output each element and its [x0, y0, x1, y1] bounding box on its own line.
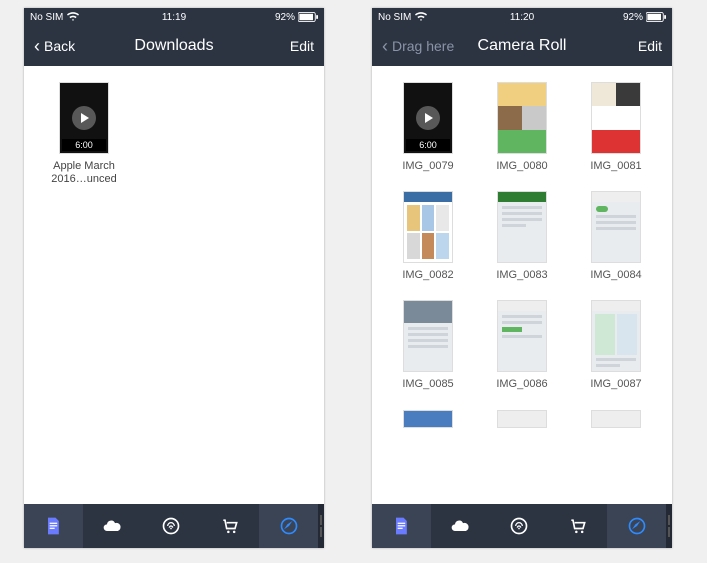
tab-wifi-share[interactable]: [142, 504, 201, 548]
image-thumbnail: [497, 82, 547, 154]
tab-bar: [372, 504, 672, 548]
tab-documents[interactable]: [24, 504, 83, 548]
nav-bar: ‹ Drag here Camera Roll Edit: [372, 26, 672, 66]
chevron-left-icon: ‹: [34, 37, 40, 55]
wifi-icon: [67, 12, 79, 22]
file-item[interactable]: IMG_0086: [478, 300, 566, 391]
file-label: IMG_0082: [402, 269, 453, 282]
image-thumbnail: [497, 410, 547, 428]
carrier-label: No SIM: [378, 12, 411, 23]
file-label: IMG_0084: [590, 269, 641, 282]
back-label: Back: [44, 38, 75, 54]
file-item[interactable]: IMG_0080: [478, 82, 566, 173]
file-label: IMG_0081: [590, 160, 641, 173]
nav-bar: ‹ Back Downloads Edit: [24, 26, 324, 66]
play-icon: [416, 106, 440, 130]
image-thumbnail: [403, 300, 453, 372]
back-button[interactable]: ‹ Back: [34, 37, 174, 55]
image-thumbnail: [403, 410, 453, 428]
tab-cloud[interactable]: [431, 504, 490, 548]
edit-button[interactable]: Edit: [174, 38, 314, 54]
image-thumbnail: [591, 82, 641, 154]
battery-icon: [646, 12, 666, 22]
file-item[interactable]: IMG_0087: [572, 300, 660, 391]
tab-cloud[interactable]: [83, 504, 142, 548]
tab-wifi-share[interactable]: [490, 504, 549, 548]
video-thumbnail: 6:00: [403, 82, 453, 154]
image-thumbnail: [591, 191, 641, 263]
carrier-label: No SIM: [30, 12, 63, 23]
clock-label: 11:20: [474, 12, 570, 23]
file-label: IMG_0087: [590, 378, 641, 391]
image-thumbnail: [497, 191, 547, 263]
status-bar: No SIM 11:19 92%: [24, 8, 324, 26]
file-item[interactable]: IMG_0084: [572, 191, 660, 282]
status-bar: No SIM 11:20 92%: [372, 8, 672, 26]
file-item[interactable]: IMG_0085: [384, 300, 472, 391]
duration-badge: 6:00: [406, 139, 450, 151]
video-thumbnail: 6:00: [59, 82, 109, 154]
wifi-icon: [415, 12, 427, 22]
edit-button[interactable]: Edit: [522, 38, 662, 54]
duration-badge: 6:00: [62, 139, 106, 151]
file-item[interactable]: IMG_0083: [478, 191, 566, 282]
file-label: IMG_0085: [402, 378, 453, 391]
content-area[interactable]: 6:00 Apple March 2016…unced: [24, 66, 324, 504]
tab-browser[interactable]: [259, 504, 318, 548]
file-label: IMG_0083: [496, 269, 547, 282]
file-item[interactable]: IMG_0082: [384, 191, 472, 282]
tab-bar: [24, 504, 324, 548]
image-thumbnail: [591, 410, 641, 428]
drag-handle-icon[interactable]: [666, 504, 672, 548]
play-icon: [72, 106, 96, 130]
battery-percent: 92%: [623, 12, 643, 23]
file-item[interactable]: 6:00 Apple March 2016…unced: [44, 82, 124, 186]
tab-cart[interactable]: [548, 504, 607, 548]
drag-handle-icon[interactable]: [318, 504, 324, 548]
back-label: Drag here: [392, 38, 454, 54]
back-button[interactable]: ‹ Drag here: [382, 37, 522, 55]
file-item[interactable]: 6:00 IMG_0079: [384, 82, 472, 173]
tab-cart[interactable]: [200, 504, 259, 548]
file-label: IMG_0080: [496, 160, 547, 173]
file-label: IMG_0086: [496, 378, 547, 391]
file-label: Apple March 2016…unced: [44, 160, 124, 186]
tab-browser[interactable]: [607, 504, 666, 548]
image-thumbnail: [591, 300, 641, 372]
image-thumbnail: [403, 191, 453, 263]
image-thumbnail: [497, 300, 547, 372]
content-area[interactable]: 6:00 IMG_0079 IMG_0080 IMG_0081: [372, 66, 672, 504]
tab-documents[interactable]: [372, 504, 431, 548]
chevron-left-icon: ‹: [382, 37, 388, 55]
file-item[interactable]: [478, 410, 566, 428]
file-item[interactable]: [384, 410, 472, 428]
battery-percent: 92%: [275, 12, 295, 23]
screen-downloads: No SIM 11:19 92% ‹ Back Downloads Edit: [24, 8, 324, 548]
battery-icon: [298, 12, 318, 22]
file-item[interactable]: IMG_0081: [572, 82, 660, 173]
file-label: IMG_0079: [402, 160, 453, 173]
clock-label: 11:19: [126, 12, 222, 23]
file-item[interactable]: [572, 410, 660, 428]
screen-camera-roll: No SIM 11:20 92% ‹ Drag here Camera Roll…: [372, 8, 672, 548]
